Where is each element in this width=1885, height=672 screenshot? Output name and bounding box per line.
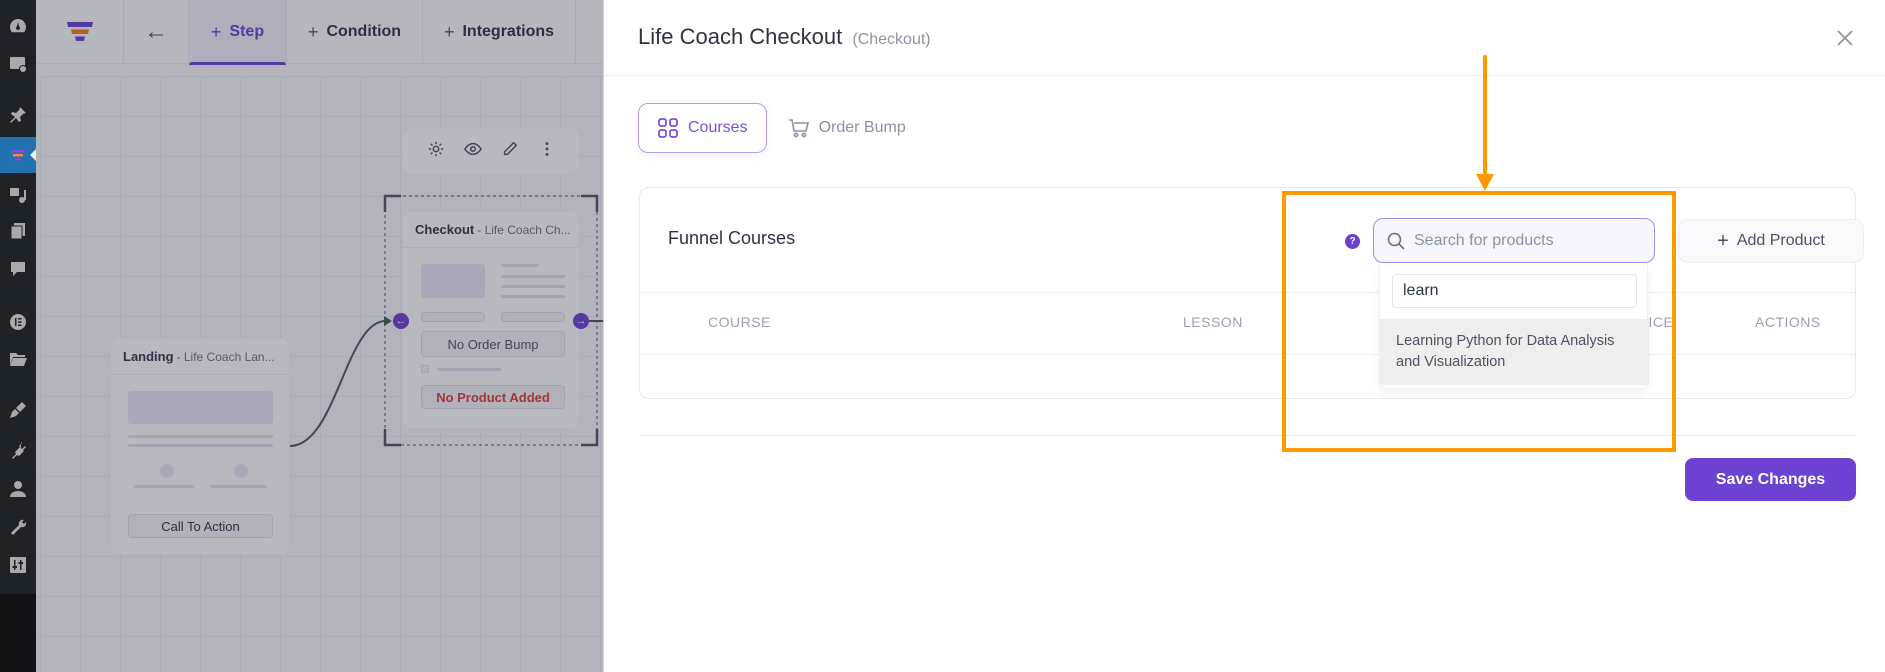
settings-icon[interactable] bbox=[0, 547, 36, 583]
annotation-highlight-box bbox=[1282, 191, 1676, 452]
panel-tabs: Courses Order Bump bbox=[638, 103, 911, 153]
dashboard-icon[interactable] bbox=[0, 8, 36, 44]
add-product-button[interactable]: + Add Product bbox=[1678, 219, 1864, 263]
column-header-course: COURSE bbox=[708, 314, 771, 330]
screen: ← + Step + Condition + Integrations Land… bbox=[0, 0, 1885, 672]
grid-icon bbox=[658, 118, 678, 138]
step-settings-panel: Life Coach Checkout (Checkout) Courses O… bbox=[603, 0, 1885, 672]
column-header-lesson: LESSON bbox=[1183, 314, 1243, 330]
close-icon bbox=[1837, 30, 1853, 46]
close-button[interactable] bbox=[1833, 26, 1857, 50]
comments-icon[interactable] bbox=[0, 251, 36, 287]
tools-icon[interactable] bbox=[0, 510, 36, 546]
panel-header: Life Coach Checkout (Checkout) bbox=[604, 0, 1885, 76]
tab-order-bump-label: Order Bump bbox=[818, 119, 906, 136]
annotation-arrow bbox=[1483, 55, 1487, 180]
elementor-icon[interactable] bbox=[0, 304, 36, 340]
add-product-label: Add Product bbox=[1736, 232, 1825, 249]
panel-title-text: Life Coach Checkout bbox=[638, 24, 843, 49]
panel-title: Life Coach Checkout (Checkout) bbox=[638, 24, 931, 50]
funnel-builder-canvas: ← + Step + Condition + Integrations Land… bbox=[36, 0, 603, 672]
pages-icon[interactable] bbox=[0, 213, 36, 249]
cart-icon bbox=[788, 119, 809, 138]
card-title: Funnel Courses bbox=[668, 228, 796, 248]
site-check-icon[interactable] bbox=[0, 46, 36, 82]
users-icon[interactable] bbox=[0, 471, 36, 507]
sidebar-footer bbox=[0, 594, 36, 672]
media-icon[interactable] bbox=[0, 177, 36, 213]
plugins-icon[interactable] bbox=[0, 432, 36, 468]
save-changes-button[interactable]: Save Changes bbox=[1685, 458, 1856, 501]
tab-courses[interactable]: Courses bbox=[638, 103, 767, 153]
pin-icon[interactable] bbox=[0, 97, 36, 133]
folder-icon[interactable] bbox=[0, 341, 36, 377]
funnel-icon[interactable] bbox=[0, 137, 36, 173]
modal-backdrop[interactable] bbox=[36, 0, 603, 672]
appearance-icon[interactable] bbox=[0, 392, 36, 428]
wp-admin-sidebar bbox=[0, 0, 36, 672]
panel-subtitle: (Checkout) bbox=[852, 31, 931, 48]
tab-courses-label: Courses bbox=[688, 119, 748, 136]
plus-icon: + bbox=[1717, 229, 1729, 252]
annotation-arrow-head bbox=[1476, 174, 1494, 191]
tab-order-bump[interactable]: Order Bump bbox=[783, 103, 911, 153]
column-header-actions: ACTIONS bbox=[1755, 314, 1821, 330]
